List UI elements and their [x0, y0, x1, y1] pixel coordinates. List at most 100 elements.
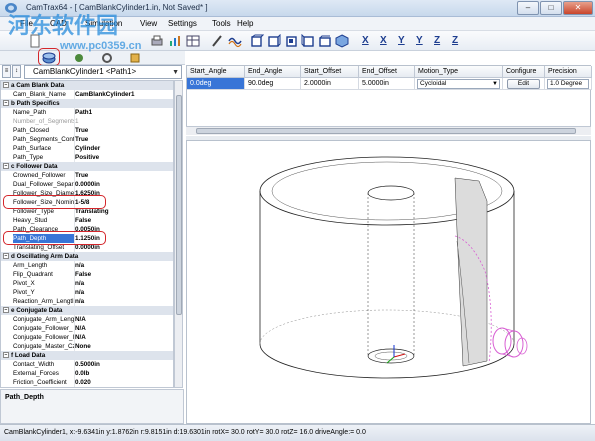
- col-end-offset[interactable]: End_Offset: [359, 66, 415, 78]
- axis-z-neg-button[interactable]: Z: [452, 35, 458, 46]
- col-end-angle[interactable]: End_Angle: [245, 66, 301, 78]
- property-row[interactable]: Name_Path Path1: [1, 108, 173, 117]
- property-value[interactable]: n/a: [75, 288, 173, 297]
- axis-z-pos-button[interactable]: Z: [434, 35, 440, 46]
- cell-end-offset[interactable]: 5.0000in: [359, 78, 415, 90]
- menu-settings[interactable]: Settings: [168, 19, 197, 28]
- alphabetical-icon[interactable]: ↕: [12, 65, 21, 78]
- scrollbar-thumb[interactable]: [176, 95, 182, 315]
- property-row[interactable]: Crowned_Follower True: [1, 171, 173, 180]
- property-row[interactable]: Path_Segments_Cont True: [1, 135, 173, 144]
- col-configure[interactable]: Configure: [503, 66, 545, 78]
- col-motion-type[interactable]: Motion_Type: [415, 66, 503, 78]
- property-value[interactable]: Path1: [75, 108, 173, 117]
- property-row[interactable]: Flip_Quadrant False: [1, 270, 173, 279]
- col-precision[interactable]: Precision: [545, 66, 592, 78]
- property-value[interactable]: n/a: [75, 261, 173, 270]
- property-row[interactable]: Contact_Width 0.5000in: [1, 360, 173, 369]
- menu-simulation[interactable]: Simulation: [85, 19, 122, 28]
- property-row[interactable]: Pivot_X n/a: [1, 279, 173, 288]
- property-value[interactable]: False: [75, 216, 173, 225]
- property-value[interactable]: N/A: [75, 315, 173, 324]
- grid-scrollbar[interactable]: [186, 126, 591, 135]
- grid-scrollbar-thumb[interactable]: [196, 128, 576, 134]
- axis-y-neg-button[interactable]: Y: [416, 35, 423, 46]
- property-row[interactable]: Heavy_Stud False: [1, 216, 173, 225]
- categorized-icon[interactable]: ≡: [2, 65, 11, 78]
- property-row[interactable]: Arm_Length n/a: [1, 261, 173, 270]
- property-value[interactable]: 0.0000in: [75, 180, 173, 189]
- property-row[interactable]: Conjugate_Follower_ N/A: [1, 324, 173, 333]
- property-value[interactable]: 0.5000in: [75, 360, 173, 369]
- cell-start-offset[interactable]: 2.0000in: [301, 78, 359, 90]
- menu-file[interactable]: File: [20, 19, 33, 28]
- property-row[interactable]: Cam_Blank_Name CamBlankCylinder1: [1, 90, 173, 99]
- property-value[interactable]: N/A: [75, 333, 173, 342]
- property-row[interactable]: Dual_Follower_Separ 0.0000in: [1, 180, 173, 189]
- property-row[interactable]: Reaction_Arm_Lengtl n/a: [1, 297, 173, 306]
- menu-view[interactable]: View: [140, 19, 157, 28]
- property-value[interactable]: N/A: [75, 324, 173, 333]
- minimize-button[interactable]: –: [517, 1, 539, 15]
- new-icon[interactable]: [28, 34, 42, 48]
- col-start-angle[interactable]: Start_Angle: [187, 66, 245, 78]
- property-row[interactable]: Pivot_Y n/a: [1, 288, 173, 297]
- property-value[interactable]: Positive: [75, 153, 173, 162]
- property-row[interactable]: Conjugate_Master_Cz None: [1, 342, 173, 351]
- property-value[interactable]: 1: [75, 117, 173, 126]
- property-category[interactable]: − a Cam Blank Data: [1, 81, 173, 90]
- pen-icon[interactable]: [210, 34, 224, 48]
- property-scrollbar[interactable]: [174, 80, 183, 388]
- view-iso-icon[interactable]: [335, 34, 349, 48]
- cell-end-angle[interactable]: 90.0deg: [245, 78, 301, 90]
- property-row[interactable]: Path_Surface Cylinder: [1, 144, 173, 153]
- table-icon[interactable]: [186, 34, 200, 48]
- property-value[interactable]: 0.0lb: [75, 369, 173, 378]
- menu-tools[interactable]: Tools: [212, 19, 231, 28]
- property-value[interactable]: Cylinder: [75, 144, 173, 153]
- gear-icon[interactable]: [100, 51, 114, 65]
- axis-y-pos-button[interactable]: Y: [398, 35, 405, 46]
- property-row[interactable]: Number_of_Segments 1: [1, 117, 173, 126]
- property-value[interactable]: 0.020: [75, 378, 173, 387]
- property-value[interactable]: True: [75, 126, 173, 135]
- axis-x-neg-button[interactable]: X: [380, 35, 387, 46]
- view-top-icon[interactable]: [318, 34, 332, 48]
- collapse-icon[interactable]: −: [3, 253, 9, 259]
- close-button[interactable]: ✕: [563, 1, 593, 15]
- property-value[interactable]: n/a: [75, 279, 173, 288]
- maximize-button[interactable]: □: [540, 1, 562, 15]
- motion-type-select[interactable]: Cycloidal ▼: [417, 79, 500, 89]
- property-category[interactable]: − f Load Data: [1, 351, 173, 360]
- edit-button[interactable]: Edit: [507, 79, 540, 89]
- property-row[interactable]: Conjugate_Arm_Leng N/A: [1, 315, 173, 324]
- collapse-icon[interactable]: −: [3, 163, 9, 169]
- property-value[interactable]: None: [75, 342, 173, 351]
- property-value[interactable]: True: [75, 135, 173, 144]
- follower-icon[interactable]: [72, 51, 86, 65]
- menu-help[interactable]: Help: [237, 19, 253, 28]
- view-front-icon[interactable]: [250, 34, 264, 48]
- print-icon[interactable]: [150, 34, 164, 48]
- view-left-icon[interactable]: [284, 34, 298, 48]
- cell-start-angle[interactable]: 0.0deg: [187, 78, 245, 90]
- property-value[interactable]: False: [75, 270, 173, 279]
- property-value[interactable]: True: [75, 171, 173, 180]
- property-category[interactable]: − c Follower Data: [1, 162, 173, 171]
- col-start-offset[interactable]: Start_Offset: [301, 66, 359, 78]
- property-category[interactable]: − d Oscillating Arm Data: [1, 252, 173, 261]
- collapse-icon[interactable]: −: [3, 82, 9, 88]
- property-row[interactable]: External_Forces 0.0lb: [1, 369, 173, 378]
- wave-icon[interactable]: [228, 34, 242, 48]
- settings-icon[interactable]: [128, 51, 142, 65]
- property-row[interactable]: Conjugate_Follower_I N/A: [1, 333, 173, 342]
- precision-select[interactable]: 1.0 Degree: [547, 79, 589, 89]
- property-category[interactable]: − e Conjugate Data: [1, 306, 173, 315]
- collapse-icon[interactable]: −: [3, 352, 9, 358]
- property-category[interactable]: − b Path Specifics: [1, 99, 173, 108]
- 3d-viewport[interactable]: [186, 140, 591, 424]
- property-row[interactable]: Path_Closed True: [1, 126, 173, 135]
- path-selector[interactable]: CamBlankCylinder1 <Path1> ▼: [24, 65, 182, 79]
- collapse-icon[interactable]: −: [3, 100, 9, 106]
- view-back-icon[interactable]: [267, 34, 281, 48]
